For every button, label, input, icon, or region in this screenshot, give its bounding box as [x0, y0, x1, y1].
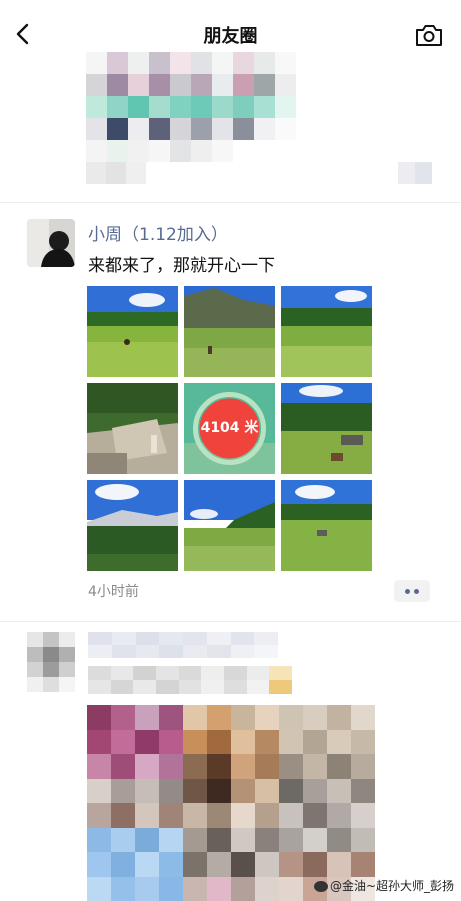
- blurred-next-post-text: [88, 666, 292, 694]
- weibo-logo-icon: [314, 881, 328, 892]
- post-photo[interactable]: [281, 383, 372, 474]
- post-photo[interactable]: [184, 480, 275, 571]
- post-photo[interactable]: [281, 286, 372, 377]
- post-photo[interactable]: [184, 286, 275, 377]
- divider: [0, 621, 461, 622]
- workout-card[interactable]: 4104 米: [184, 383, 275, 474]
- camera-icon[interactable]: [414, 22, 444, 48]
- post-photo[interactable]: [87, 383, 178, 474]
- blurred-previous-post-image: [86, 52, 296, 162]
- page-title: 朋友圈: [203, 26, 258, 47]
- post-text: 来都来了，那就开心一下: [88, 256, 275, 276]
- workout-distance: 4104 米: [200, 420, 259, 436]
- post-photo[interactable]: [87, 286, 178, 377]
- blurred-next-post-image: [87, 705, 375, 901]
- post-username[interactable]: 小周（1.12加入）: [88, 220, 228, 245]
- post-photo[interactable]: [281, 480, 372, 571]
- divider: [0, 202, 461, 203]
- dot-icon: [414, 589, 419, 594]
- dot-icon: [405, 589, 410, 594]
- blurred-previous-post-more: [398, 162, 432, 184]
- post-timestamp: 4小时前: [88, 584, 139, 600]
- more-options-button[interactable]: [394, 580, 430, 602]
- avatar[interactable]: [27, 219, 75, 267]
- watermark: @金油~超孙大师_彭扬: [314, 877, 454, 894]
- post-photo[interactable]: [87, 480, 178, 571]
- blurred-next-post-avatar: [27, 632, 75, 692]
- blurred-previous-post-footer: [86, 162, 146, 184]
- blurred-next-post-username: [88, 632, 278, 658]
